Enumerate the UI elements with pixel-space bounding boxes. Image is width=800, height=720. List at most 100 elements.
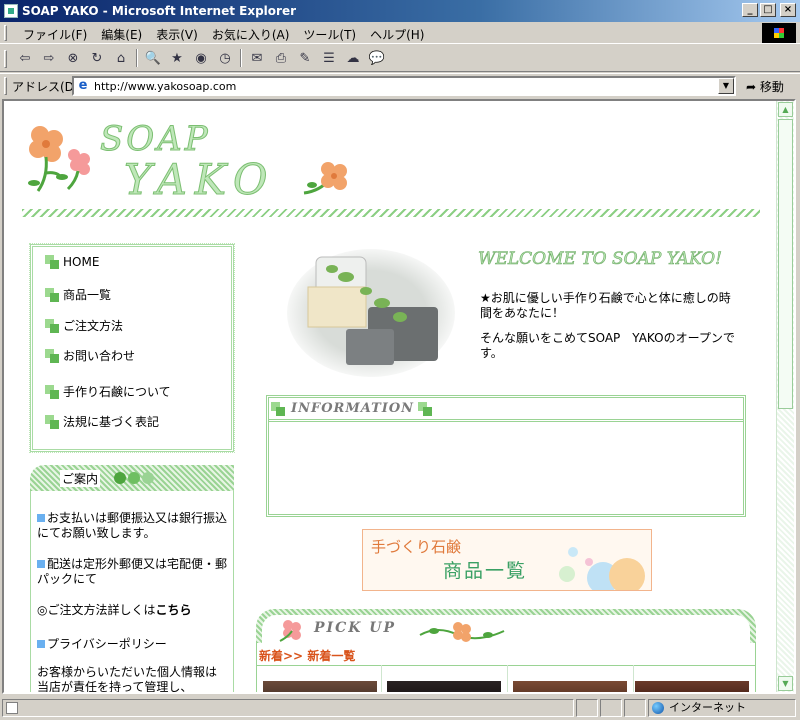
product-list-banner[interactable]: 手づくり石鹸 商品一覧 <box>362 529 652 591</box>
flower-logo-icon <box>303 162 347 195</box>
nav-label: 手作り石鹸について <box>63 385 171 399</box>
ie-page-icon <box>4 4 18 18</box>
nav-label: ご注文方法 <box>63 319 124 333</box>
pickup-header: PICK UP <box>256 609 756 643</box>
order-note-text: ◎ご注文方法詳しくは <box>37 603 156 617</box>
nav-label: 商品一覧 <box>63 288 112 302</box>
discuss-icon[interactable]: ☰ <box>320 49 338 67</box>
title-bar: SOAP YAKO - Microsoft Internet Explorer … <box>0 0 800 22</box>
media-icon[interactable]: ◉ <box>192 49 210 67</box>
menu-help[interactable]: ヘルプ(H) <box>363 26 431 43</box>
information-header: INFORMATION <box>269 398 743 422</box>
welcome-heading: WELCOME TO SOAP YAKO! <box>478 249 723 270</box>
toolbar-separator <box>136 49 138 67</box>
privacy-link[interactable]: プライバシーポリシー <box>47 637 167 651</box>
close-button[interactable]: × <box>780 3 796 17</box>
bullet-icon <box>418 401 434 416</box>
guide-panel: お支払いは郵便振込又は銀行振込にてお願い致します。 配送は定形外郵便又は宅配便・… <box>30 491 234 694</box>
chat-icon[interactable]: 💬 <box>368 49 386 67</box>
home-icon[interactable]: ⌂ <box>112 49 130 67</box>
bullet-icon <box>45 348 61 363</box>
intro-text-1: ★お肌に優しい手作り石鹸で心と体に癒しの時間をあなたに！ <box>480 291 731 320</box>
pickup-header-inner: PICK UP <box>262 615 750 643</box>
favorites-icon[interactable]: ★ <box>168 49 186 67</box>
print-icon[interactable]: ⎙ <box>272 49 290 67</box>
standard-toolbar: ⇦ ⇨ ⊗ ↻ ⌂ 🔍 ★ ◉ ◷ ✉ ⎙ ✎ ☰ ☁ 💬 <box>0 46 800 72</box>
soap-bubbles-icon <box>559 547 645 590</box>
guide-title: ご案内 <box>60 470 101 487</box>
information-title: INFORMATION <box>291 401 415 416</box>
forward-icon[interactable]: ⇨ <box>40 49 58 67</box>
toolbar-grip[interactable] <box>4 25 7 41</box>
nav-label: HOME <box>63 255 100 269</box>
address-input[interactable]: e http://www.yakosoap.com ▼ <box>72 76 736 96</box>
nav-item-contact[interactable]: お問い合わせ <box>45 347 135 364</box>
status-bar: インターネット <box>0 696 800 720</box>
minimize-button[interactable]: _ <box>742 3 758 17</box>
shipping-text: 配送は定形外郵便又は宅配便・郵パックにて <box>37 557 228 586</box>
menu-favorites[interactable]: お気に入り(A) <box>205 26 297 43</box>
ie-page-icon: e <box>78 78 88 93</box>
divider <box>257 665 755 666</box>
bullet-icon <box>45 384 61 399</box>
go-label: 移動 <box>759 80 784 94</box>
scrollbar-thumb[interactable] <box>778 119 793 409</box>
maximize-button[interactable]: □ <box>760 3 776 17</box>
guide-header: ご案内 <box>30 465 234 491</box>
bullet-icon <box>37 560 45 568</box>
shipping-note: 配送は定形外郵便又は宅配便・郵パックにて <box>37 557 227 587</box>
toolbar-separator <box>240 49 242 67</box>
soap-photo <box>287 249 455 377</box>
logo-soap-text: SOAP <box>100 119 211 160</box>
menu-edit[interactable]: 編集(E) <box>94 26 149 43</box>
history-icon[interactable]: ◷ <box>216 49 234 67</box>
chevron-down-icon[interactable]: ▼ <box>718 78 734 94</box>
nav-item-home[interactable]: HOME <box>45 255 99 269</box>
scroll-up-icon[interactable]: ▲ <box>778 102 793 117</box>
menu-bar: ファイル(F) 編集(E) 表示(V) お気に入り(A) ツール(T) ヘルプ(… <box>0 22 800 44</box>
menu-view[interactable]: 表示(V) <box>149 26 205 43</box>
product-thumbnail[interactable] <box>635 675 749 692</box>
nav-label: 法規に基づく表記 <box>63 415 160 429</box>
menu-tools[interactable]: ツール(T) <box>296 26 363 43</box>
back-icon[interactable]: ⇦ <box>16 49 34 67</box>
divider <box>633 665 634 692</box>
bullet-icon <box>45 414 61 429</box>
nav-item-products[interactable]: 商品一覧 <box>45 286 111 303</box>
order-details-link[interactable]: こちら <box>155 603 191 617</box>
search-icon[interactable]: 🔍 <box>144 49 162 67</box>
nav-item-order[interactable]: ご注文方法 <box>45 317 123 334</box>
windows-logo-icon <box>762 23 796 43</box>
scroll-down-icon[interactable]: ▼ <box>778 676 793 691</box>
privacy-text: お客様からいただいた個人情報は当店が責任を持って管理し、 <box>37 665 218 694</box>
go-button[interactable]: ➦ 移動 <box>746 78 784 95</box>
edit-icon[interactable]: ✎ <box>296 49 314 67</box>
new-arrivals-line: 新着>> 新着一覧 <box>259 647 355 664</box>
bullet-icon <box>37 640 45 648</box>
payment-note: お支払いは郵便振込又は銀行振込にてお願い致します。 <box>37 511 227 541</box>
address-url[interactable]: http://www.yakosoap.com <box>94 80 236 93</box>
banner-line-1: 手づくり石鹸 <box>371 538 462 556</box>
toolbar-grip[interactable] <box>4 77 7 95</box>
privacy-heading[interactable]: プライバシーポリシー <box>37 637 227 652</box>
nav-item-legal[interactable]: 法規に基づく表記 <box>45 413 159 430</box>
nav-item-about-soap[interactable]: 手作り石鹸について <box>45 383 171 400</box>
vertical-scrollbar[interactable]: ▲ ▼ <box>776 101 794 692</box>
stop-icon[interactable]: ⊗ <box>64 49 82 67</box>
status-pane <box>624 699 646 717</box>
pickup-title: PICK UP <box>314 620 396 636</box>
intro-text-2: そんな願いをこめてSOAP YAKOのオープンです。 <box>480 331 735 360</box>
flower-logo-icon <box>28 126 90 192</box>
refresh-icon[interactable]: ↻ <box>88 49 106 67</box>
product-thumbnail[interactable] <box>387 675 501 692</box>
messenger-icon[interactable]: ☁ <box>344 49 362 67</box>
address-label: アドレス(D) <box>12 80 79 94</box>
toolbar-grip[interactable] <box>4 50 7 68</box>
divider <box>381 665 382 692</box>
status-text-pane <box>2 699 574 717</box>
mail-icon[interactable]: ✉ <box>248 49 266 67</box>
menu-file[interactable]: ファイル(F) <box>16 26 94 43</box>
product-thumbnail[interactable] <box>513 675 627 692</box>
new-arrivals-link[interactable]: 新着一覧 <box>307 649 355 663</box>
product-thumbnail[interactable] <box>263 675 377 692</box>
